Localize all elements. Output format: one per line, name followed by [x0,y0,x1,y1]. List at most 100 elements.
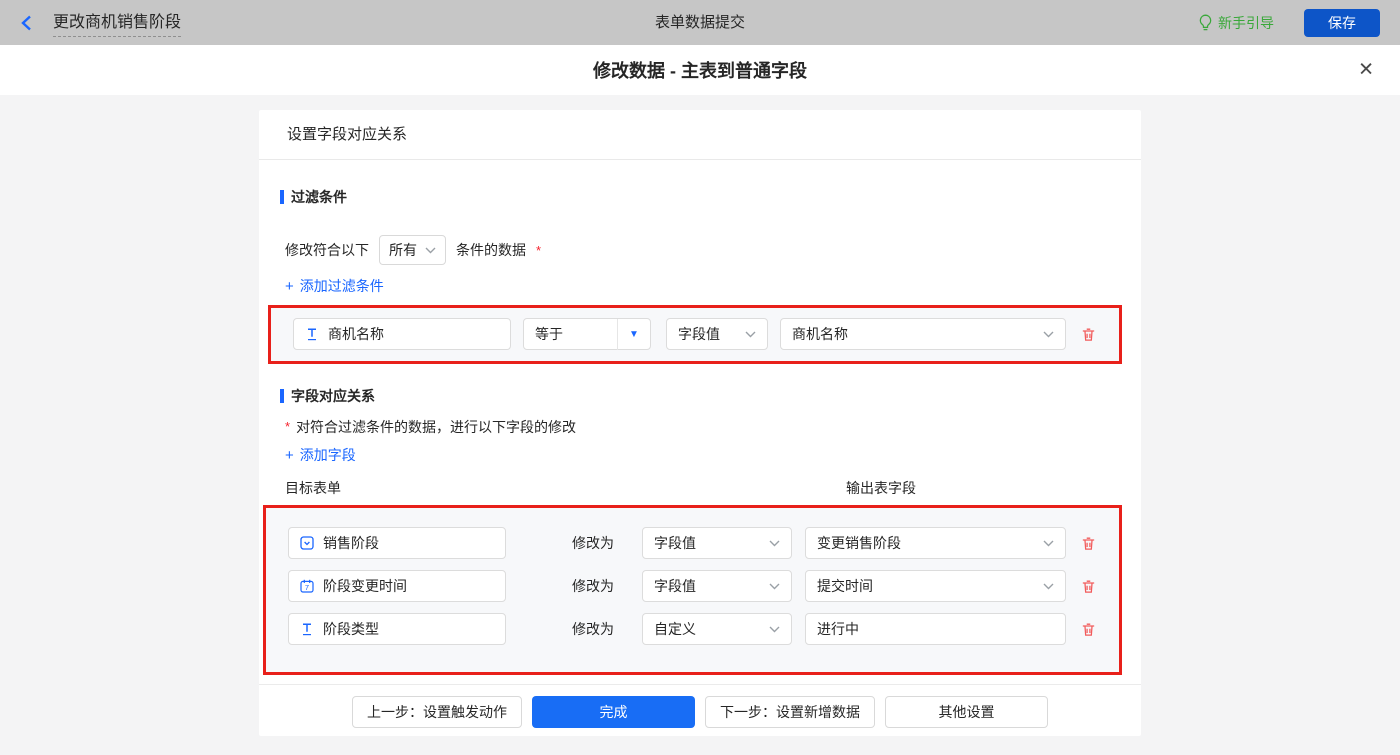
guide-label: 新手引导 [1218,13,1274,33]
done-button[interactable]: 完成 [532,696,695,728]
target-field-value: 阶段变更时间 [323,576,407,596]
add-field-link[interactable]: + 添加字段 [285,447,356,463]
delete-row-icon[interactable] [1080,578,1097,595]
filter-value: 商机名称 [792,324,848,344]
operator-select[interactable]: 等于 ▼ [523,318,651,350]
select-field-icon [300,536,314,550]
mapping-row: 阶段类型 修改为 自定义 进行中 [288,613,1097,645]
filter-row: 商机名称 等于 ▼ 字段值 [293,318,1097,350]
chevron-down-icon [1043,540,1054,547]
section-bar-icon [280,190,284,204]
value-type-value: 字段值 [654,533,696,553]
next-step-button[interactable]: 下一步：设置新增数据 [705,696,875,728]
prev-step-button[interactable]: 上一步：设置触发动作 [352,696,522,728]
custom-value-input[interactable]: 进行中 [805,613,1066,645]
dialog-title: 修改数据 - 主表到普通字段 [593,57,807,83]
svg-text:7: 7 [305,583,309,592]
lightbulb-icon [1198,14,1213,31]
chevron-down-icon [745,331,756,338]
dialog-header: 修改数据 - 主表到普通字段 ✕ [0,45,1400,95]
section-bar-icon [280,389,284,403]
dialog-footer: 上一步：设置触发动作 完成 下一步：设置新增数据 其他设置 [259,684,1141,736]
modify-to-label: 修改为 [572,533,614,553]
delete-filter-icon[interactable] [1080,326,1097,343]
filter-value-select[interactable]: 商机名称 [780,318,1066,350]
value-type-select[interactable]: 自定义 [642,613,792,645]
add-filter-label: 添加过滤条件 [300,276,384,296]
custom-value: 进行中 [817,619,859,639]
match-mode-value: 所有 [389,240,417,260]
mapping-section-title: 字段对应关系 [280,388,1115,404]
text-field-icon [300,622,314,636]
chevron-down-icon [425,247,436,254]
back-icon[interactable] [20,15,35,31]
value-type-select[interactable]: 字段值 [666,318,768,350]
output-field-value: 提交时间 [817,576,873,596]
topbar-left: 更改商机销售阶段 [20,8,181,37]
required-asterisk: * [285,419,290,434]
filter-section-label: 过滤条件 [291,187,347,207]
chevron-down-icon [769,626,780,633]
caret-down-icon: ▼ [618,329,650,340]
filter-annotation-box: 商机名称 等于 ▼ 字段值 [268,305,1122,364]
topbar-right: 新手引导 保存 [1198,9,1380,37]
other-settings-button[interactable]: 其他设置 [885,696,1048,728]
output-field-select[interactable]: 变更销售阶段 [805,527,1066,559]
automation-title[interactable]: 更改商机销售阶段 [53,8,181,37]
delete-row-icon[interactable] [1080,535,1097,552]
mapping-row-strip: 销售阶段 修改为 字段值 变更销售阶段 [266,508,1119,672]
condition-suffix: 条件的数据 [456,240,526,260]
match-mode-select[interactable]: 所有 [379,235,446,265]
card-header-title: 设置字段对应关系 [259,110,1141,160]
chevron-down-icon [1043,331,1054,338]
settings-card: 设置字段对应关系 过滤条件 修改符合以下 所有 条件的数据 * + [259,110,1141,736]
plus-icon: + [285,278,294,295]
filter-field-value: 商机名称 [328,324,384,344]
required-asterisk: * [536,243,541,258]
chevron-down-icon [769,583,780,590]
mapping-row: 7 阶段变更时间 修改为 字段值 提交时间 [288,570,1097,602]
value-type-select[interactable]: 字段值 [642,570,792,602]
target-field-input[interactable]: 阶段类型 [288,613,506,645]
output-field-value: 变更销售阶段 [817,533,901,553]
operator-value: 等于 [524,324,617,344]
condition-prefix: 修改符合以下 [285,240,369,260]
add-filter-condition-link[interactable]: + 添加过滤条件 [285,278,384,294]
chevron-down-icon [769,540,780,547]
mapping-note: * 对符合过滤条件的数据，进行以下字段的修改 [285,419,1115,434]
delete-row-icon[interactable] [1080,621,1097,638]
filter-field-input[interactable]: 商机名称 [293,318,511,350]
card-body: 过滤条件 修改符合以下 所有 条件的数据 * + 添加过滤条件 [259,160,1141,684]
value-type-value: 自定义 [654,619,696,639]
modify-to-label: 修改为 [572,576,614,596]
mapping-row: 销售阶段 修改为 字段值 变更销售阶段 [288,527,1097,559]
text-field-icon [305,327,319,341]
add-field-label: 添加字段 [300,445,356,465]
topbar: 更改商机销售阶段 表单数据提交 新手引导 保存 [0,0,1400,45]
save-button[interactable]: 保存 [1304,9,1380,37]
filter-row-strip: 商机名称 等于 ▼ 字段值 [271,308,1119,361]
topbar-center-title: 表单数据提交 [655,0,745,45]
target-field-input[interactable]: 7 阶段变更时间 [288,570,506,602]
target-field-input[interactable]: 销售阶段 [288,527,506,559]
target-field-value: 阶段类型 [323,619,379,639]
content-area: 设置字段对应关系 过滤条件 修改符合以下 所有 条件的数据 * + [0,95,1400,755]
close-icon[interactable]: ✕ [1358,61,1374,80]
chevron-down-icon [1043,583,1054,590]
filter-section-title: 过滤条件 [280,189,1115,205]
beginner-guide-link[interactable]: 新手引导 [1198,13,1274,33]
value-type-value: 字段值 [678,324,720,344]
mapping-section-label: 字段对应关系 [291,386,375,406]
plus-icon: + [285,447,294,464]
target-field-value: 销售阶段 [323,533,379,553]
mapping-annotation-box: 销售阶段 修改为 字段值 变更销售阶段 [263,505,1122,675]
column-output-field: 输出表字段 [846,478,916,498]
mapping-note-text: 对符合过滤条件的数据，进行以下字段的修改 [296,417,576,437]
modify-to-label: 修改为 [572,619,614,639]
mapping-column-headers: 目标表单 输出表字段 [285,478,1115,494]
value-type-select[interactable]: 字段值 [642,527,792,559]
filter-condition-line: 修改符合以下 所有 条件的数据 * [285,235,1115,265]
column-target-form: 目标表单 [285,480,341,496]
date-field-icon: 7 [300,579,314,593]
output-field-select[interactable]: 提交时间 [805,570,1066,602]
